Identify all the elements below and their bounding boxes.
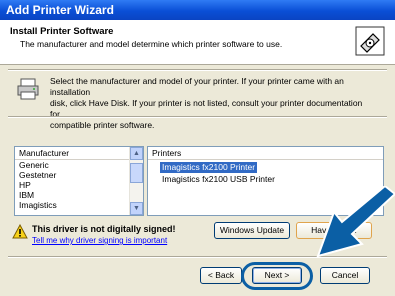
instructions-line: compatible printer software. — [50, 120, 155, 130]
instructions-line: Select the manufacturer and model of you… — [50, 76, 344, 97]
instructions-text: Select the manufacturer and model of you… — [50, 76, 370, 131]
list-item[interactable]: Imagistics fx2100 USB Printer — [162, 174, 275, 185]
scroll-thumb[interactable] — [130, 163, 143, 183]
manufacturer-header-label: Manufacturer — [19, 148, 70, 158]
warning-icon — [12, 224, 28, 239]
printer-icon — [17, 78, 39, 100]
wizard-header: Install Printer Software The manufacture… — [0, 20, 395, 65]
back-button[interactable]: < Back — [200, 267, 242, 284]
callout-arrow-icon — [316, 186, 395, 258]
next-highlight-ring — [241, 262, 313, 290]
printers-header-label: Printers — [152, 148, 182, 158]
header-subtitle: The manufacturer and model determine whi… — [20, 39, 283, 49]
title-bar: Add Printer Wizard — [0, 0, 395, 20]
separator — [8, 116, 387, 118]
windows-update-button[interactable]: Windows Update — [214, 222, 290, 239]
printers-column-header[interactable]: Printers — [148, 147, 383, 160]
separator — [8, 69, 387, 71]
driver-signing-link[interactable]: Tell me why driver signing is important — [32, 236, 167, 245]
manufacturer-scrollbar[interactable]: ▲ ▼ — [129, 147, 143, 215]
manufacturer-column-header[interactable]: Manufacturer — [15, 147, 129, 160]
list-item-selected[interactable]: Imagistics fx2100 Printer — [160, 162, 258, 173]
header-title: Install Printer Software — [10, 26, 114, 37]
scroll-up-icon[interactable]: ▲ — [130, 147, 143, 160]
cancel-button[interactable]: Cancel — [320, 267, 370, 284]
manufacturer-list[interactable]: Manufacturer Generic Gestetner HP IBM Im… — [14, 146, 144, 216]
list-item-selected[interactable]: Imagistics — [19, 200, 57, 211]
scroll-down-icon[interactable]: ▼ — [130, 202, 143, 215]
unsigned-driver-warning: This driver is not digitally signed! — [32, 224, 176, 234]
window-title: Add Printer Wizard — [6, 3, 114, 17]
printer-cd-icon — [355, 26, 385, 56]
